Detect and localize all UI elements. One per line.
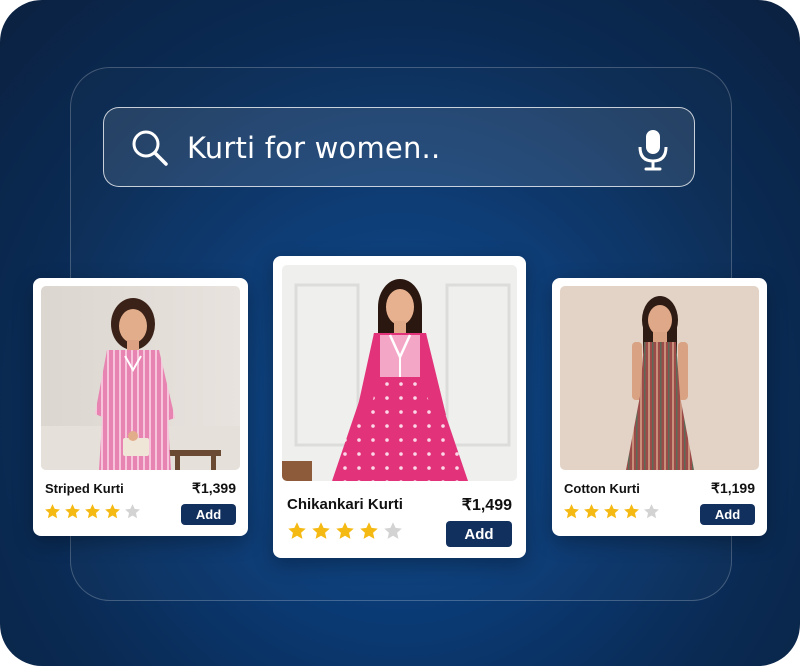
star-filled-icon [359, 521, 379, 541]
add-to-cart-button[interactable]: Add [446, 521, 512, 547]
product-name[interactable]: Cotton Kurti [564, 481, 640, 496]
product-name[interactable]: Striped Kurti [45, 481, 124, 496]
add-to-cart-button[interactable]: Add [700, 504, 755, 525]
app-background: Kurti for women.. Striped Kurti ₹1,399 A… [0, 0, 800, 666]
rating-stars [563, 503, 663, 520]
product-card-striped-kurti[interactable]: Striped Kurti ₹1,399 Add [33, 278, 248, 536]
star-empty-icon [383, 521, 403, 541]
search-icon[interactable] [130, 128, 170, 168]
product-price: ₹1,399 [192, 480, 236, 496]
star-empty-icon [124, 503, 141, 520]
star-filled-icon [623, 503, 640, 520]
star-filled-icon [44, 503, 61, 520]
star-filled-icon [603, 503, 620, 520]
search-input[interactable]: Kurti for women.. [187, 129, 440, 167]
rating-stars [287, 521, 407, 541]
product-price: ₹1,199 [711, 480, 755, 496]
microphone-icon[interactable] [636, 128, 670, 172]
star-filled-icon [104, 503, 121, 520]
star-filled-icon [64, 503, 81, 520]
product-image[interactable] [282, 265, 517, 481]
star-filled-icon [335, 521, 355, 541]
add-to-cart-button[interactable]: Add [181, 504, 236, 525]
star-empty-icon [643, 503, 660, 520]
rating-stars [44, 503, 144, 520]
product-image[interactable] [41, 286, 240, 470]
product-card-chikankari-kurti[interactable]: Chikankari Kurti ₹1,499 Add [273, 256, 526, 558]
star-filled-icon [583, 503, 600, 520]
product-name[interactable]: Chikankari Kurti [287, 496, 403, 513]
product-card-cotton-kurti[interactable]: Cotton Kurti ₹1,199 Add [552, 278, 767, 536]
star-filled-icon [84, 503, 101, 520]
star-filled-icon [287, 521, 307, 541]
search-bar[interactable]: Kurti for women.. [103, 107, 695, 187]
product-image[interactable] [560, 286, 759, 470]
product-price: ₹1,499 [461, 497, 512, 514]
star-filled-icon [311, 521, 331, 541]
star-filled-icon [563, 503, 580, 520]
